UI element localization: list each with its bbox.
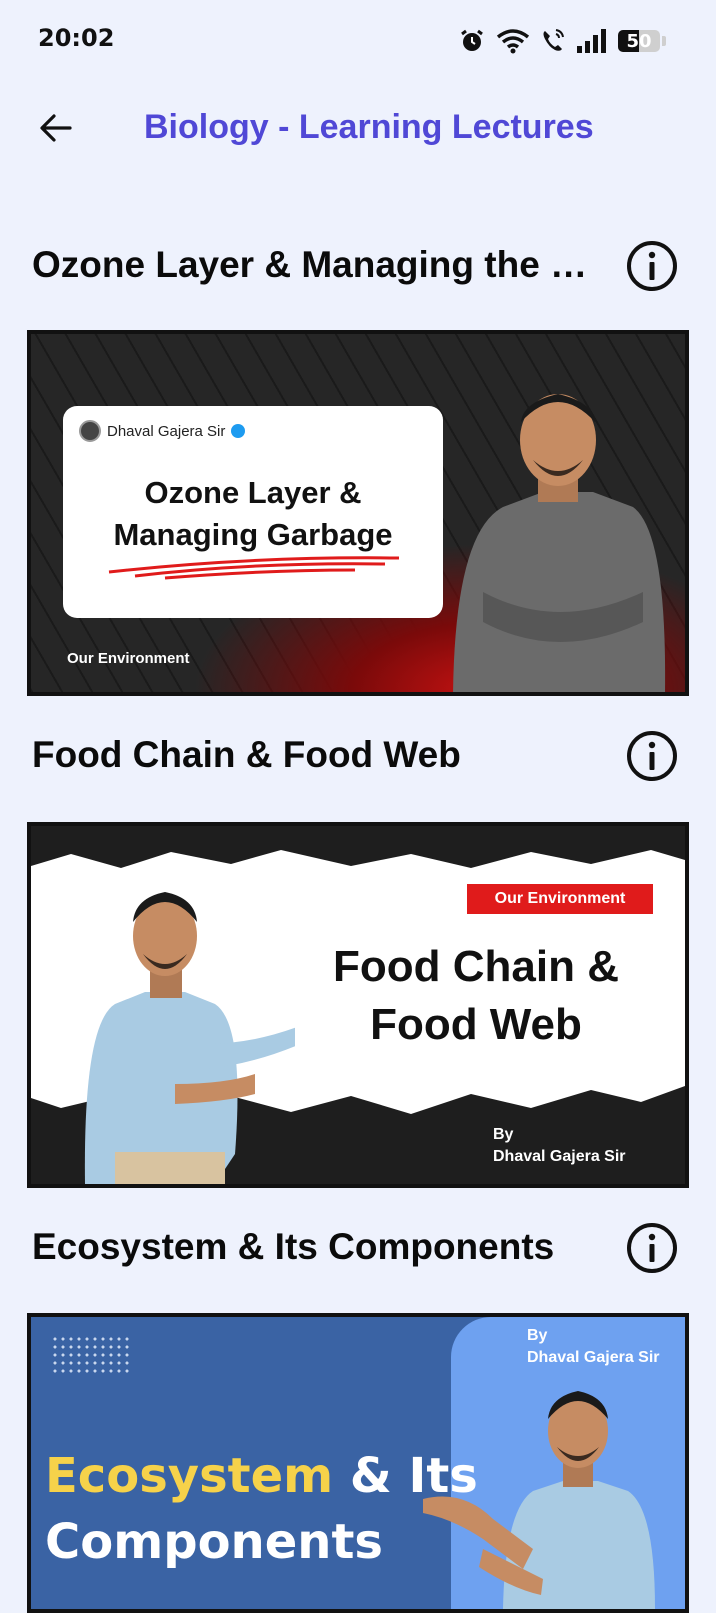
headline-word: Ecosystem <box>45 1448 334 1504</box>
thumbnail-author: By Dhaval Gajera Sir <box>493 1124 626 1168</box>
thumbnail-headline: Food Chain & Food Web <box>311 938 641 1054</box>
arrow-left-icon <box>40 114 72 142</box>
battery-level: 50 <box>626 30 652 52</box>
info-icon <box>627 1223 677 1273</box>
thumbnail-headline: Ecosystem & Its Components <box>45 1443 478 1575</box>
info-button[interactable] <box>626 730 678 782</box>
lecture-thumbnail[interactable]: Dhaval Gajera Sir Ozone Layer & Managing… <box>27 330 689 696</box>
by-label: By <box>493 1126 514 1143</box>
wifi-calling-icon <box>543 29 564 51</box>
avatar <box>79 420 101 442</box>
info-icon <box>627 241 677 291</box>
lecture-title[interactable]: Ecosystem & Its Components <box>32 1226 602 1268</box>
lecture-thumbnail[interactable]: Our Environment Food Chain & Food Web By… <box>27 822 689 1188</box>
page-title: Biology - Learning Lectures <box>144 108 594 146</box>
dot-pattern <box>51 1335 131 1375</box>
verified-icon <box>231 424 246 438</box>
lecture-header: Ecosystem & Its Components <box>0 1214 716 1284</box>
author-name: Dhaval Gajera Sir <box>527 1349 660 1366</box>
thumbnail-headline: Ozone Layer & Managing Garbage <box>63 472 443 556</box>
battery-icon: 50 <box>618 30 660 52</box>
signal-icon <box>577 29 606 53</box>
lecture-header: Ozone Layer & Managing the Garbage <box>0 232 716 302</box>
info-button[interactable] <box>626 240 678 292</box>
thumbnail-badge: Our Environment <box>467 884 653 914</box>
status-bar: 20:02 50 <box>0 0 716 80</box>
lecture-header: Food Chain & Food Web <box>0 722 716 792</box>
headline-line: Managing Garbage <box>113 517 393 552</box>
author-name: Dhaval Gajera Sir <box>493 1148 626 1165</box>
by-label: By <box>527 1327 548 1344</box>
wifi-icon <box>496 29 530 54</box>
channel-name: Dhaval Gajera Sir <box>107 422 226 440</box>
presenter-image <box>84 892 295 1184</box>
info-button[interactable] <box>626 1222 678 1274</box>
headline-line: Ozone Layer & <box>144 475 362 510</box>
lecture-title[interactable]: Ozone Layer & Managing the Garbage <box>32 244 602 286</box>
app-bar: Biology - Learning Lectures <box>0 96 716 160</box>
lecture-thumbnail[interactable]: By Dhaval Gajera Sir Ecosystem & Its Com… <box>27 1313 689 1613</box>
presenter-image <box>453 394 666 692</box>
headline-line: Food Chain & <box>333 942 619 991</box>
status-icons: 50 <box>458 24 666 58</box>
alarm-icon <box>461 29 483 51</box>
info-icon <box>627 731 677 781</box>
presenter-image <box>423 1391 655 1609</box>
status-time: 20:02 <box>38 24 115 52</box>
headline-line: Components <box>45 1514 383 1570</box>
underline-scribble <box>108 556 400 580</box>
thumbnail-footer: Our Environment <box>67 650 190 667</box>
thumbnail-channel: Dhaval Gajera Sir <box>79 420 246 442</box>
thumbnail-title-card: Dhaval Gajera Sir Ozone Layer & Managing… <box>63 406 443 618</box>
back-button[interactable] <box>30 102 82 154</box>
headline-line: Food Web <box>370 1000 582 1049</box>
lecture-title[interactable]: Food Chain & Food Web <box>32 734 602 776</box>
thumbnail-author: By Dhaval Gajera Sir <box>527 1325 660 1369</box>
